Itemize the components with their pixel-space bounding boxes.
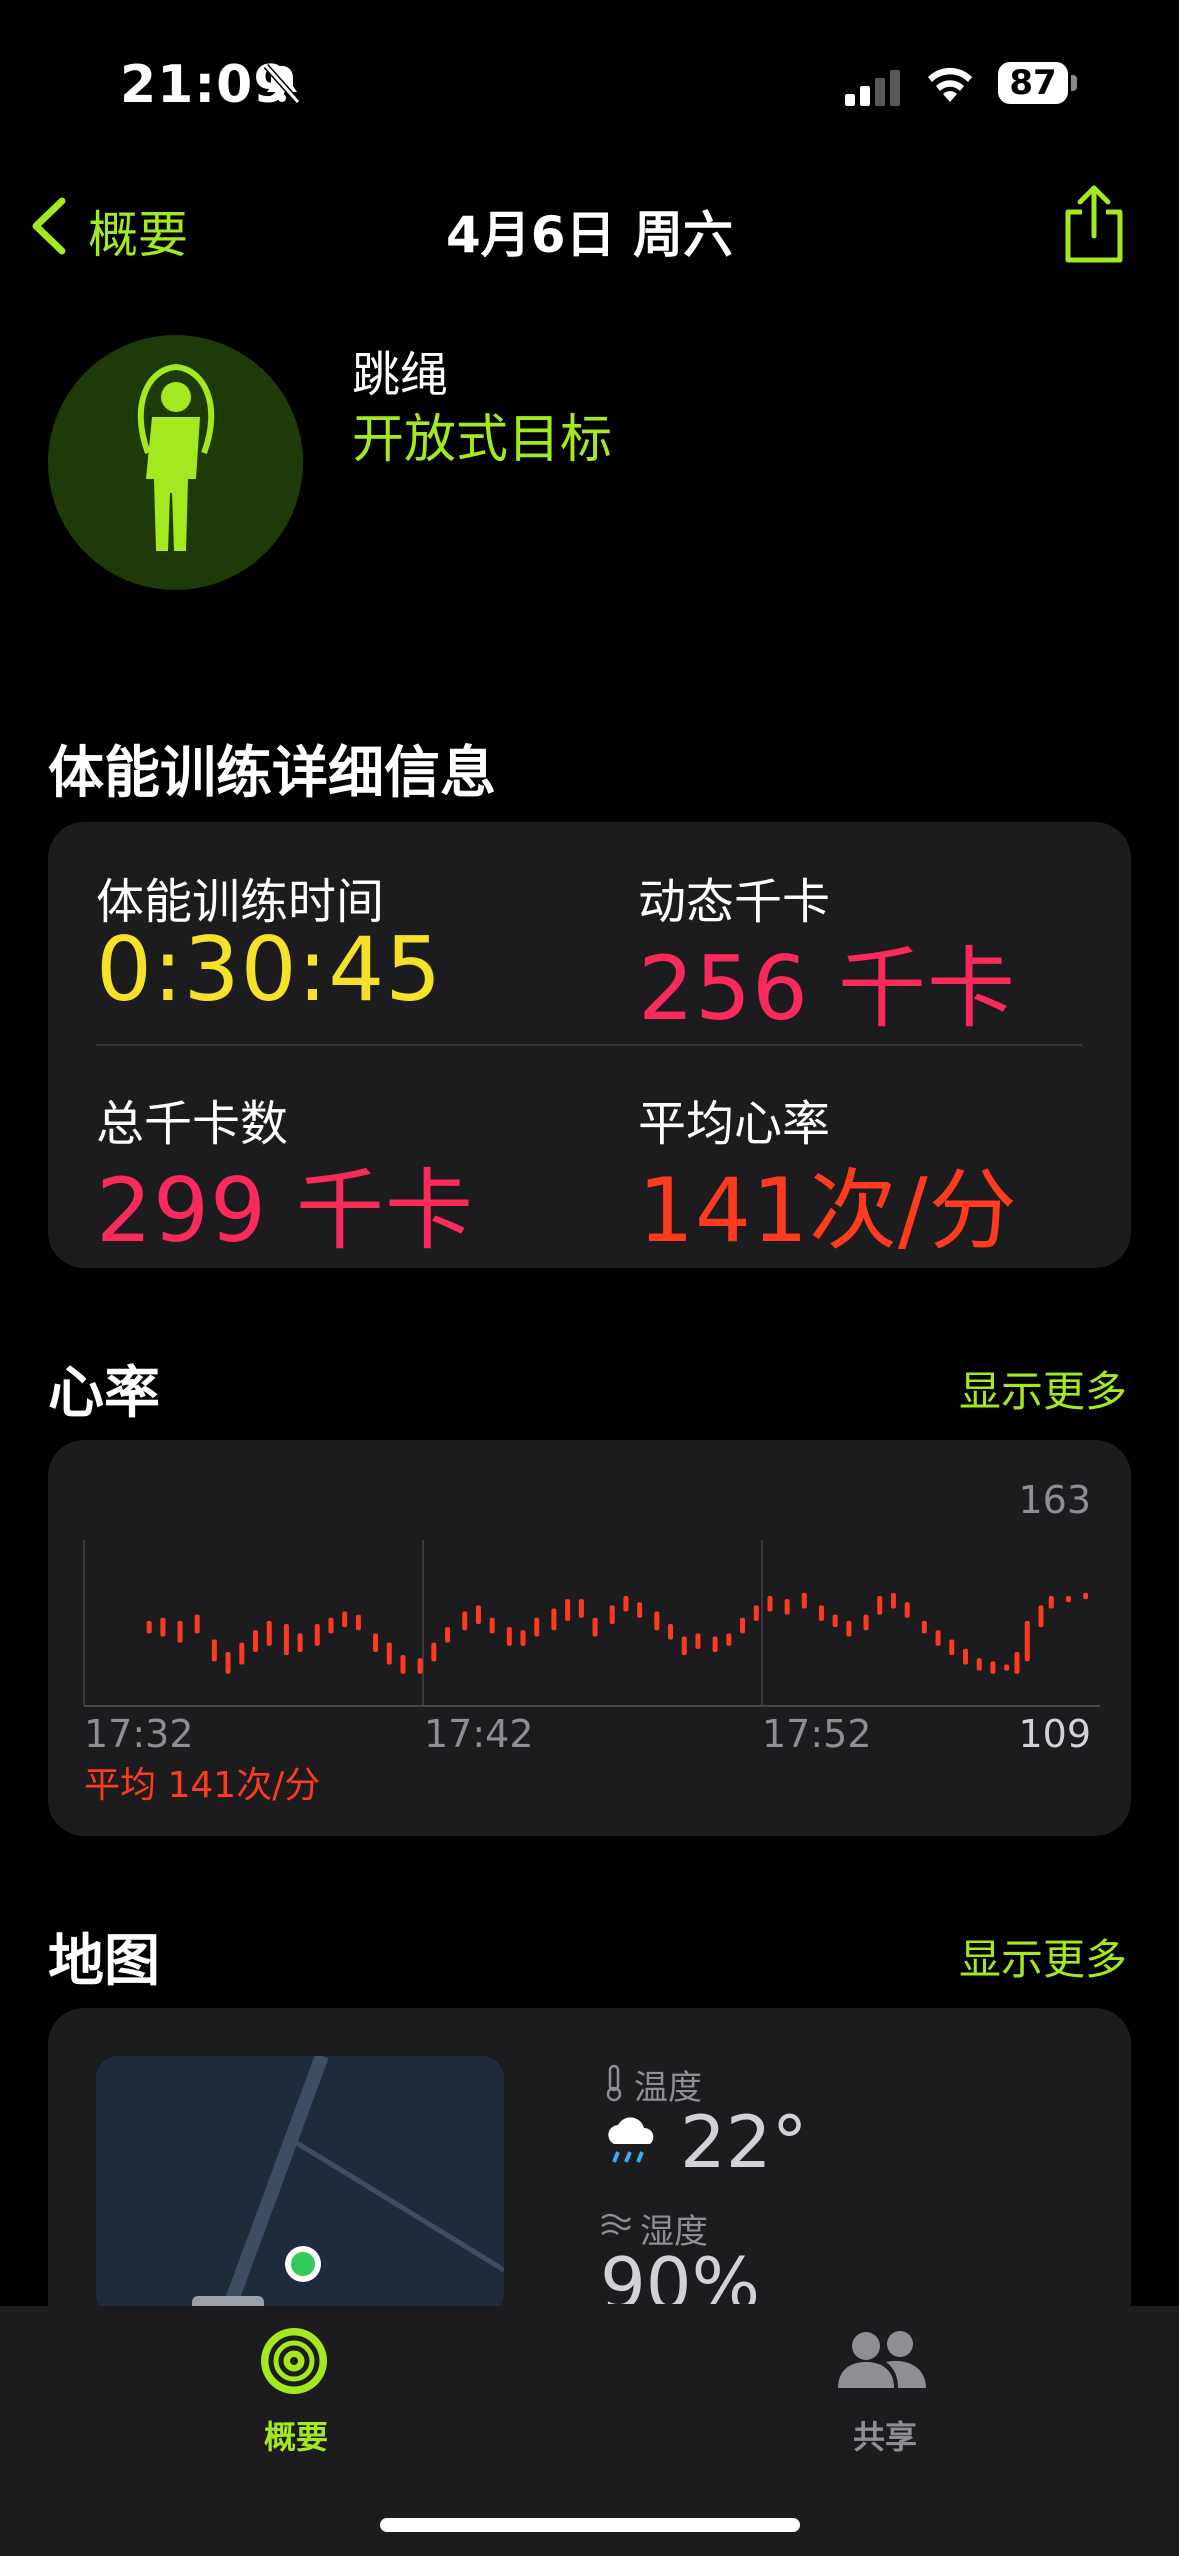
page-title: 4月6日 周六: [446, 206, 733, 264]
heart-rate-bar: [1048, 1596, 1054, 1609]
heart-rate-bar: [225, 1652, 231, 1674]
heart-rate-bar: [976, 1658, 982, 1671]
heart-rate-bar: [740, 1617, 746, 1634]
active-calories-value: 256 千卡: [638, 937, 1016, 1040]
heart-rate-bar: [445, 1627, 451, 1643]
humidity-value: 90%: [600, 2242, 761, 2304]
heart-rate-bar: [475, 1605, 481, 1624]
heart-rate-bar: [239, 1642, 245, 1665]
heart-rate-bar: [801, 1592, 807, 1609]
heart-rate-bar: [935, 1630, 941, 1646]
bell-slash-icon: [262, 62, 302, 110]
heart-rate-bar: [890, 1592, 896, 1609]
heart-rate-bar: [177, 1620, 183, 1643]
jump-rope-activity-icon: [48, 335, 303, 590]
route-map[interactable]: [96, 2056, 504, 2316]
heart-rate-bar: [1004, 1664, 1010, 1671]
heart-rate-bar: [146, 1620, 152, 1634]
heart-rate-bar: [417, 1658, 423, 1674]
heart-rate-bar: [506, 1627, 512, 1646]
thermometer-icon: [602, 2064, 626, 2106]
heart-rate-bar: [818, 1605, 824, 1621]
heart-rate-bar: [921, 1620, 927, 1634]
heart-rate-bar: [963, 1648, 969, 1665]
workout-goal: 开放式目标: [352, 410, 613, 470]
heart-rate-bar: [877, 1596, 883, 1615]
heart-rate-bar: [489, 1617, 495, 1634]
activity-rings-icon[interactable]: [257, 2324, 331, 2402]
duration-value: 0:30:45: [96, 918, 443, 1021]
heart-rate-bar: [623, 1596, 629, 1612]
heart-rate-bar: [767, 1596, 773, 1612]
heart-rate-bar: [386, 1642, 392, 1665]
battery-indicator: 87: [998, 62, 1068, 104]
tab-sharing[interactable]: 共享: [853, 2412, 917, 2458]
heart-rate-bar: [520, 1630, 526, 1646]
section-title-details: 体能训练详细信息: [48, 741, 496, 806]
heart-rate-bar: [551, 1608, 557, 1631]
heart-rate-bar: [400, 1655, 406, 1674]
rain-cloud-icon: [600, 2110, 664, 2178]
heart-rate-bar: [681, 1636, 687, 1656]
heart-rate-bar: [462, 1611, 468, 1631]
heart-rate-bar: [904, 1602, 910, 1618]
heart-rate-bar: [253, 1630, 258, 1652]
heart-rate-bar: [194, 1614, 200, 1634]
section-title-map: 地图: [48, 1929, 160, 1994]
heart-rate-bar: [592, 1617, 598, 1637]
cellular-signal-icon: [845, 68, 905, 112]
heart-rate-bar: [328, 1617, 334, 1634]
temperature-value: 22°: [680, 2100, 808, 2184]
humidity-icon: [600, 2210, 632, 2244]
heart-rate-bar: [1065, 1596, 1071, 1603]
heart-rate-bar: [355, 1614, 361, 1631]
heart-rate-bar: [211, 1639, 217, 1662]
wifi-icon: [922, 62, 978, 110]
heart-rate-bar: [863, 1614, 869, 1631]
tab-summary[interactable]: 概要: [264, 2412, 328, 2458]
heart-rate-show-more-link[interactable]: 显示更多: [959, 1358, 1127, 1419]
heart-rate-bar: [654, 1611, 660, 1631]
section-title-heart-rate: 心率: [48, 1361, 160, 1426]
heart-rate-bar: [1038, 1605, 1044, 1628]
share-icon[interactable]: [1058, 182, 1130, 270]
heart-rate-bar: [373, 1633, 379, 1652]
heart-rate-chart: [83, 1540, 1100, 1707]
heart-rate-bar: [609, 1605, 615, 1624]
heart-rate-bar: [1024, 1620, 1030, 1662]
map-show-more-link[interactable]: 显示更多: [959, 1926, 1127, 1987]
heart-rate-bar: [990, 1661, 996, 1674]
heart-rate-bar: [578, 1599, 584, 1618]
heart-rate-bar: [283, 1624, 289, 1656]
details-divider: [96, 1044, 1082, 1046]
heart-rate-bar: [297, 1633, 303, 1652]
heart-rate-bar: [753, 1605, 759, 1621]
heart-rate-bar: [431, 1642, 437, 1662]
heart-rate-bar: [534, 1617, 540, 1637]
avg-heart-rate-value: 141次/分: [638, 1159, 1018, 1262]
heart-rate-bar: [637, 1602, 643, 1618]
heart-rate-bar: [949, 1639, 955, 1656]
heart-rate-bar: [266, 1620, 272, 1646]
battery-tip: [1071, 75, 1077, 91]
heart-rate-bar: [668, 1624, 674, 1640]
heart-rate-bar: [314, 1624, 320, 1646]
heart-rate-bar: [846, 1620, 852, 1637]
heart-rate-bar: [342, 1611, 348, 1628]
home-indicator: [380, 2518, 800, 2532]
heart-rate-bar: [1014, 1652, 1020, 1674]
heart-rate-bar: [565, 1599, 571, 1621]
people-icon[interactable]: [834, 2326, 930, 2396]
workout-name: 跳绳: [352, 347, 449, 403]
heart-rate-bar: [726, 1633, 732, 1646]
heart-rate-bar: [1083, 1592, 1089, 1600]
heart-rate-bar: [695, 1633, 701, 1649]
heart-rate-bar: [832, 1614, 838, 1628]
heart-rate-bar: [784, 1599, 790, 1615]
heart-rate-bar: [160, 1617, 166, 1637]
heart-rate-bar: [712, 1636, 718, 1652]
total-calories-value: 299 千卡: [96, 1159, 474, 1262]
